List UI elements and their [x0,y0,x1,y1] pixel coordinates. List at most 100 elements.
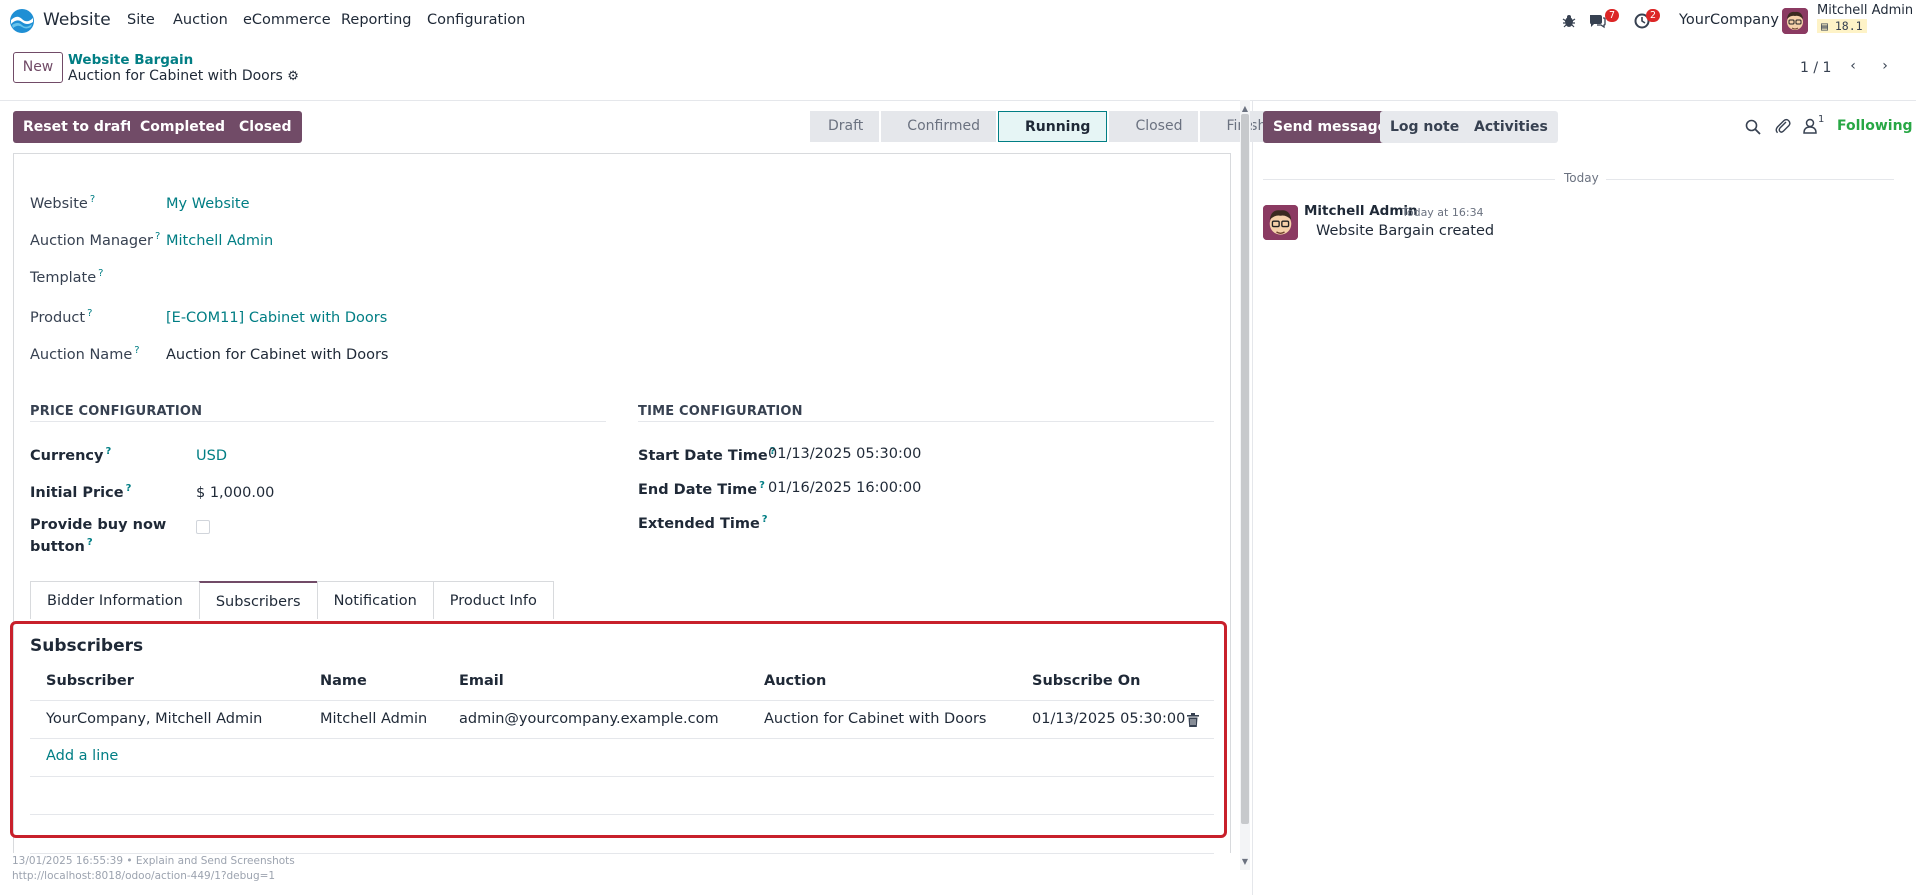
scroll-down-icon[interactable]: ▼ [1240,857,1250,866]
send-message-button[interactable]: Send message [1263,111,1398,143]
cell-name[interactable]: Mitchell Admin [320,711,427,727]
time-configuration-title: TIME CONFIGURATION [638,404,803,419]
stage-running[interactable]: Running [997,111,1108,142]
tab-bidder-information[interactable]: Bidder Information [30,581,200,619]
highlight-frame [10,621,1227,838]
completed-button[interactable]: Completed [130,111,236,143]
today-divider-right [1606,179,1894,180]
database-version-badge: ▤ 18.1 [1817,19,1867,33]
cell-auction[interactable]: Auction for Cabinet with Doors [764,711,986,727]
product-field[interactable]: [E-COM11] Cabinet with Doors [166,310,387,326]
cell-subscribe-on[interactable]: 01/13/2025 05:30:00 [1032,711,1185,727]
cell-email[interactable]: admin@yourcompany.example.com [459,711,719,727]
stage-confirmed[interactable]: Confirmed [881,111,996,142]
column-email[interactable]: Email [459,673,504,689]
debug-bug-icon[interactable] [1562,14,1576,28]
message-author[interactable]: Mitchell Admin [1304,203,1418,219]
message-time: Today at 16:34 [1402,206,1484,219]
user-avatar[interactable] [1782,8,1808,34]
price-section-divider [30,421,606,422]
buy-now-checkbox[interactable] [196,520,210,534]
breadcrumb-current: Auction for Cabinet with Doors ⚙ [68,68,299,84]
menu-auction[interactable]: Auction [173,12,228,28]
activities-button[interactable]: Activities [1464,111,1558,143]
user-name[interactable]: Mitchell Admin [1817,3,1913,18]
log-note-button[interactable]: Log note [1380,111,1470,143]
template-field[interactable] [166,268,566,286]
auction-name-field[interactable]: Auction for Cabinet with Doors [166,347,388,363]
message-author-avatar[interactable] [1263,205,1298,240]
delete-row-trash-icon[interactable] [1187,713,1199,727]
following-button[interactable]: Following [1837,118,1913,134]
subscribers-title: Subscribers [30,636,144,656]
table-footer-divider [30,814,1214,815]
status-bar: Draft Confirmed Running Closed Finished [810,111,1302,142]
cell-subscriber[interactable]: YourCompany, Mitchell Admin [46,711,262,727]
messages-icon[interactable] [1588,13,1606,29]
reset-to-draft-button[interactable]: Reset to draft [13,111,144,143]
auction-manager-label: Auction Manager? [30,231,161,249]
scroll-up-icon[interactable]: ▲ [1240,104,1250,113]
pager-value[interactable]: 1 / 1 [1800,60,1831,76]
followers-user-icon[interactable] [1803,118,1817,134]
add-a-line-link[interactable]: Add a line [46,748,118,764]
price-configuration-title: PRICE CONFIGURATION [30,404,203,419]
stage-closed[interactable]: Closed [1109,111,1199,142]
closed-button[interactable]: Closed [229,111,302,143]
messages-count-badge: 7 [1605,9,1620,22]
data-row-divider [30,738,1214,739]
form-scrollbar-thumb[interactable] [1241,114,1249,824]
app-name[interactable]: Website [43,10,111,30]
column-subscriber[interactable]: Subscriber [46,673,134,689]
chatter-divider [1252,100,1253,895]
end-date-label: End Date Time? [638,480,765,498]
column-name[interactable]: Name [320,673,367,689]
top-navbar: Website Site Auction eCommerce Reporting… [0,0,1916,42]
pager-previous-icon[interactable]: ‹ [1840,58,1866,80]
followers-count: 1 [1818,114,1825,125]
column-subscribe-on[interactable]: Subscribe On [1032,673,1140,689]
column-auction[interactable]: Auction [764,673,826,689]
menu-configuration[interactable]: Configuration [427,12,525,28]
end-date-field[interactable]: 01/16/2025 16:00:00 [768,480,921,496]
today-divider-left [1263,179,1555,180]
message-body: Website Bargain created [1316,223,1495,239]
start-date-field[interactable]: 01/13/2025 05:30:00 [768,446,921,462]
add-line-row-divider [30,776,1214,777]
new-button[interactable]: New [13,52,63,83]
template-label: Template? [30,268,104,286]
product-label: Product? [30,308,93,326]
currency-field[interactable]: USD [196,448,227,464]
website-label: Website? [30,194,96,212]
tab-subscribers[interactable]: Subscribers [198,581,318,619]
gear-icon[interactable]: ⚙ [287,69,299,84]
extended-time-label: Extended Time? [638,514,768,532]
time-section-divider [638,421,1214,422]
database-version: 18.1 [1834,19,1863,33]
header-row-divider [30,700,1214,701]
app-logo-icon[interactable] [9,8,35,34]
start-date-label: Start Date Time? [638,446,776,464]
breadcrumb-current-label: Auction for Cabinet with Doors [68,68,283,84]
tab-notification[interactable]: Notification [316,581,434,619]
stage-draft[interactable]: Draft [810,111,880,142]
buy-now-label-line2: button? [30,537,93,555]
paperclip-icon[interactable] [1775,118,1791,135]
initial-price-label: Initial Price? [30,483,132,501]
activities-count-badge: 2 [1646,9,1661,22]
tab-product-info[interactable]: Product Info [432,581,554,619]
company-switcher[interactable]: YourCompany [1679,12,1779,28]
database-icon: ▤ [1821,19,1828,33]
notebook-tabs: Bidder Information Subscribers Notificat… [30,581,554,619]
initial-price-field[interactable]: $ 1,000.00 [196,485,274,501]
auction-manager-field[interactable]: Mitchell Admin [166,233,273,249]
buy-now-label: Provide buy now [30,517,167,533]
breadcrumb-parent[interactable]: Website Bargain [68,52,193,68]
pager-next-icon[interactable]: › [1872,58,1898,80]
menu-site[interactable]: Site [127,12,155,28]
auction-name-label: Auction Name? [30,345,140,363]
website-field[interactable]: My Website [166,196,250,212]
search-icon[interactable] [1745,119,1761,135]
menu-reporting[interactable]: Reporting [341,12,412,28]
menu-ecommerce[interactable]: eCommerce [243,12,331,28]
